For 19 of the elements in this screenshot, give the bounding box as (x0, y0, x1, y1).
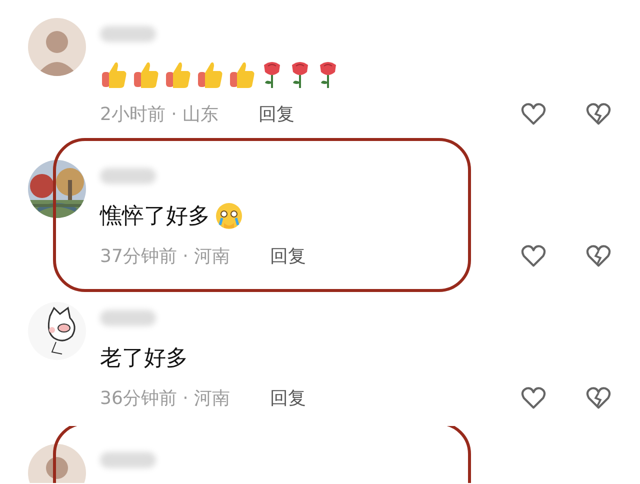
dislike-icon[interactable] (585, 385, 612, 411)
like-icon[interactable] (520, 385, 547, 411)
blurred-username (100, 310, 156, 326)
dislike-icon[interactable] (585, 243, 612, 269)
dislike-icon[interactable] (585, 101, 612, 127)
reply-link[interactable]: 回复 (270, 242, 306, 270)
comment-text: 老了好多 (100, 344, 188, 372)
comment-time: 36分钟前 · 河南 (100, 386, 230, 410)
comment-text: 憔悴了好多 (100, 202, 210, 230)
comment-time: 37分钟前 · 河南 (100, 244, 230, 268)
like-icon[interactable] (520, 243, 547, 269)
comment-time: 2小时前 · 山东 (100, 102, 219, 126)
reply-link[interactable]: 回复 (270, 384, 306, 412)
crying-face-icon (214, 201, 244, 231)
blurred-username (100, 26, 156, 42)
blurred-username (100, 168, 156, 184)
blurred-username (100, 452, 156, 468)
like-icon[interactable] (520, 101, 547, 127)
reply-link[interactable]: 回复 (258, 100, 295, 128)
